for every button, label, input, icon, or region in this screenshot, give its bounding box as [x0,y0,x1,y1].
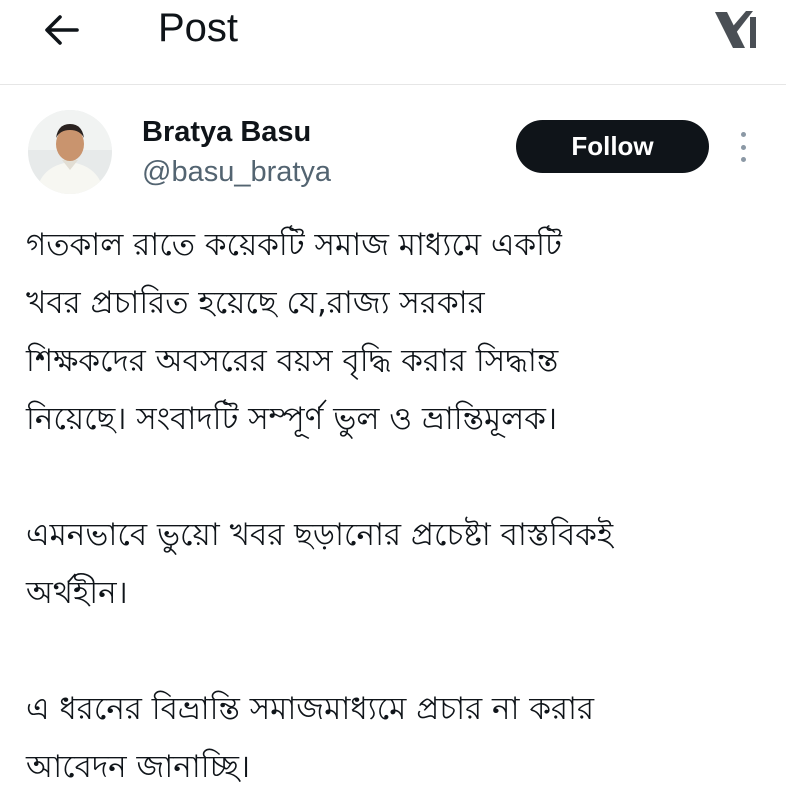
back-button[interactable] [40,8,84,52]
more-options-button[interactable] [728,130,758,164]
post-paragraph: এ ধরনের বিভ্রান্তি সমাজমাধ্যমে প্রচার না… [26,691,595,785]
post-paragraph: এমনভাবে ভুয়ো খবর ছড়ানোর প্রচেষ্টা বাস্… [26,517,614,611]
more-vertical-icon [740,144,746,150]
avatar-photo [28,110,112,194]
top-bar: Post [0,0,786,85]
more-vertical-icon [740,132,746,137]
more-vertical-icon [740,157,746,162]
follow-button[interactable]: Follow [516,120,709,173]
post-paragraph: গতকাল রাতে কয়েকটি সমাজ মাধ্যমে একটি খবর… [26,227,562,437]
post-text: গতকাল রাতে কয়েকটি সমাজ মাধ্যমে একটি খবর… [26,216,776,796]
author-name[interactable]: Bratya Basu [142,114,311,150]
page-title: Post [158,6,239,50]
author-handle[interactable]: @basu_bratya [142,154,331,190]
x-logo-icon [715,11,756,48]
arrow-left-icon [45,15,79,45]
avatar[interactable] [28,110,112,194]
post-author-row: Bratya Basu @basu_bratya Follow [0,100,786,200]
